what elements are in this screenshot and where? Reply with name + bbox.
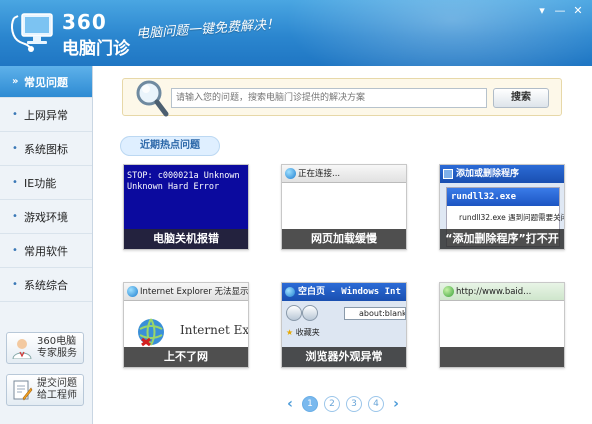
star-icon: ★ bbox=[286, 328, 294, 337]
expert-service-button[interactable]: 360电脑 专家服务 bbox=[6, 332, 84, 364]
back-icon bbox=[286, 305, 302, 321]
sidebar-item-common-issues[interactable]: » 常见问题 bbox=[0, 66, 92, 98]
issue-card-homepage[interactable]: http://www.baid... bbox=[439, 282, 565, 368]
favorites-label: 收藏夹 bbox=[295, 328, 320, 337]
bullet-icon: • bbox=[12, 245, 18, 256]
ie-logo-text: Internet Exp bbox=[180, 323, 249, 337]
issue-card-no-internet[interactable]: Internet Explorer 无法显示 Internet Exp 上不了网 bbox=[123, 282, 249, 368]
bullet-icon: • bbox=[12, 177, 18, 188]
ie-icon bbox=[285, 287, 295, 297]
dialog-title: 添加或删除程序 bbox=[456, 169, 520, 179]
sidebar-item-label: 系统综合 bbox=[24, 278, 68, 292]
submit-question-line1: 提交问题 bbox=[37, 378, 77, 389]
tab-text: http://www.baid... bbox=[456, 287, 532, 297]
magnifier-icon bbox=[136, 80, 169, 117]
bullet-icon: • bbox=[12, 211, 18, 222]
sidebar-item-label: IE功能 bbox=[24, 176, 57, 190]
pagination: ‹ 1 2 3 4 › bbox=[284, 396, 402, 412]
page-4-button[interactable]: 4 bbox=[368, 396, 384, 412]
card-caption: 电脑关机报错 bbox=[124, 229, 248, 249]
browser-tab: 正在连接... bbox=[282, 165, 406, 183]
expert-service-line2: 专家服务 bbox=[37, 348, 77, 359]
card-caption: 网页加载缓慢 bbox=[282, 229, 406, 249]
logo-name: 电脑门诊 bbox=[62, 39, 130, 59]
expert-service-line1: 360电脑 bbox=[37, 336, 77, 347]
issue-card-add-remove-programs[interactable]: 添加或删除程序 rundll32.exe rundll32.exe 遇到问题需要… bbox=[439, 164, 565, 250]
ie-globe-error-icon bbox=[138, 318, 164, 347]
card-caption bbox=[440, 347, 564, 367]
sidebar-item-label: 常见问题 bbox=[24, 75, 68, 89]
sidebar-item-games[interactable]: • 游戏环境 bbox=[0, 200, 92, 234]
close-button[interactable]: ✕ bbox=[570, 4, 586, 18]
sidebar-item-label: 常用软件 bbox=[24, 244, 68, 258]
favorites-bar: ★ 收藏夹 bbox=[286, 327, 320, 338]
bullet-icon: • bbox=[12, 109, 18, 120]
tab-text: 正在连接... bbox=[298, 169, 341, 179]
search-input[interactable] bbox=[171, 88, 487, 108]
minimize-button[interactable]: — bbox=[552, 4, 568, 18]
pen-document-icon bbox=[13, 380, 33, 401]
card-caption: 上不了网 bbox=[124, 347, 248, 367]
page-1-button[interactable]: 1 bbox=[302, 396, 318, 412]
bullet-icon: • bbox=[12, 279, 18, 290]
double-chevron-icon: » bbox=[12, 76, 19, 87]
page-icon bbox=[443, 286, 454, 297]
sidebar-item-network[interactable]: • 上网异常 bbox=[0, 98, 92, 132]
next-page-button[interactable]: › bbox=[390, 396, 402, 412]
sidebar-item-label: 游戏环境 bbox=[24, 210, 68, 224]
forward-icon bbox=[302, 305, 318, 321]
logo-number: 360 bbox=[62, 10, 107, 34]
sidebar-item-system-general[interactable]: • 系统综合 bbox=[0, 268, 92, 302]
issue-card-browser-appearance[interactable]: 空白页 - Windows Int about:blank ★ 收藏夹 浏览器外… bbox=[281, 282, 407, 368]
slogan: 电脑问题一键免费解决！ bbox=[135, 17, 280, 42]
dialog-titlebar: 添加或删除程序 bbox=[440, 165, 564, 183]
prev-page-button[interactable]: ‹ bbox=[284, 396, 296, 412]
address-text: about:blank bbox=[359, 309, 406, 318]
sidebar-item-software[interactable]: • 常用软件 bbox=[0, 234, 92, 268]
browser-tab: http://www.baid... bbox=[440, 283, 564, 301]
error-dialog-header: rundll32.exe bbox=[447, 188, 559, 206]
page-3-button[interactable]: 3 bbox=[346, 396, 362, 412]
error-dialog-message: rundll32.exe 遇到问题需要关闭 bbox=[459, 213, 565, 222]
ie-icon bbox=[127, 286, 138, 297]
address-bar: about:blank bbox=[344, 307, 406, 320]
card-caption: “添加删除程序”打不开 bbox=[440, 229, 564, 249]
issue-card-shutdown-error[interactable]: STOP: c000021a Unknown Unknown Hard Erro… bbox=[123, 164, 249, 250]
submit-question-line2: 给工程师 bbox=[37, 390, 77, 401]
tab-text: Internet Explorer 无法显示 bbox=[140, 287, 248, 297]
browser-tab: Internet Explorer 无法显示 bbox=[124, 283, 248, 301]
sidebar-item-label: 上网异常 bbox=[24, 108, 68, 122]
sidebar-item-label: 系统图标 bbox=[24, 142, 68, 156]
issue-card-slow-loading[interactable]: 正在连接... 网页加载缓慢 bbox=[281, 164, 407, 250]
loading-icon bbox=[285, 168, 296, 179]
sidebar: » 常见问题 • 上网异常 • 系统图标 • IE功能 • 游戏环境 • 常用软… bbox=[0, 66, 93, 424]
sidebar-item-system-icons[interactable]: • 系统图标 bbox=[0, 132, 92, 166]
hot-issues-label: 近期热点问题 bbox=[120, 136, 220, 156]
browser-title: 空白页 - Windows Int bbox=[298, 287, 401, 297]
menu-dropdown-button[interactable]: ▾ bbox=[534, 4, 550, 18]
bullet-icon: • bbox=[12, 143, 18, 154]
search-button[interactable]: 搜索 bbox=[493, 88, 549, 108]
page-2-button[interactable]: 2 bbox=[324, 396, 340, 412]
submit-question-button[interactable]: 提交问题 给工程师 bbox=[6, 374, 84, 406]
doctor-icon bbox=[12, 339, 32, 359]
stethoscope-monitor-icon bbox=[11, 13, 53, 52]
sidebar-item-ie[interactable]: • IE功能 bbox=[0, 166, 92, 200]
program-icon bbox=[443, 169, 453, 179]
app-header: 360 电脑门诊 电脑问题一键免费解决！ ▾ — ✕ bbox=[0, 0, 592, 66]
search-panel: 搜索 bbox=[122, 78, 562, 116]
card-caption: 浏览器外观异常 bbox=[282, 347, 406, 367]
window-controls: ▾ — ✕ bbox=[534, 4, 586, 18]
browser-titlebar: 空白页 - Windows Int bbox=[282, 283, 406, 301]
